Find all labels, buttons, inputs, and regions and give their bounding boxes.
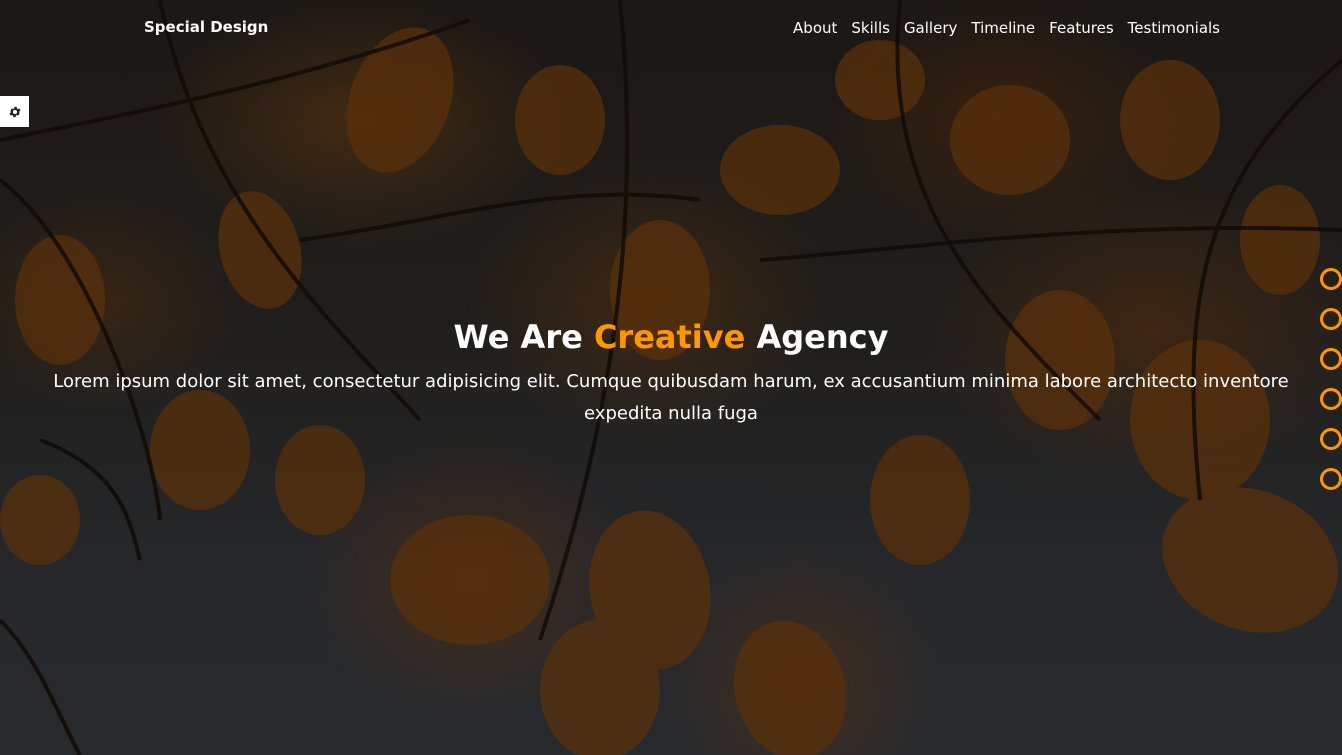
section-bullet[interactable] [1320,428,1342,450]
section-bullet[interactable] [1320,308,1342,330]
nav-link-skills[interactable]: Skills [851,19,890,37]
nav-item-timeline: Timeline [971,18,1035,37]
landing-page: Special Design About Skills Gallery Time… [0,0,1342,755]
logo[interactable]: Special Design [144,18,268,36]
nav-link-about[interactable]: About [793,19,837,37]
main-nav: About Skills Gallery Timeline Features T… [793,18,1220,37]
hero-section: We Are Creative Agency Lorem ipsum dolor… [0,318,1342,430]
hero-title-start: We Are [453,318,594,356]
nav-link-features[interactable]: Features [1049,19,1114,37]
nav-link-gallery[interactable]: Gallery [904,19,957,37]
section-bullet[interactable] [1320,348,1342,370]
nav-item-features: Features [1049,18,1114,37]
section-bullet[interactable] [1320,468,1342,490]
section-bullets [1318,268,1342,508]
hero-title: We Are Creative Agency [0,318,1342,356]
section-bullet[interactable] [1320,388,1342,410]
nav-item-gallery: Gallery [904,18,957,37]
nav-link-testimonials[interactable]: Testimonials [1128,19,1220,37]
nav-item-skills: Skills [851,18,890,37]
hero-title-accent: Creative [593,318,746,356]
nav-link-timeline[interactable]: Timeline [971,19,1035,37]
nav-item-about: About [793,18,837,37]
site-header: Special Design About Skills Gallery Time… [0,0,1342,58]
settings-toggle-button[interactable] [0,96,29,127]
hero-description: Lorem ipsum dolor sit amet, consectetur … [53,371,1289,424]
gear-icon [8,106,21,117]
hero-title-end: Agency [745,318,889,356]
section-bullet[interactable] [1320,268,1342,290]
nav-item-testimonials: Testimonials [1128,18,1220,37]
